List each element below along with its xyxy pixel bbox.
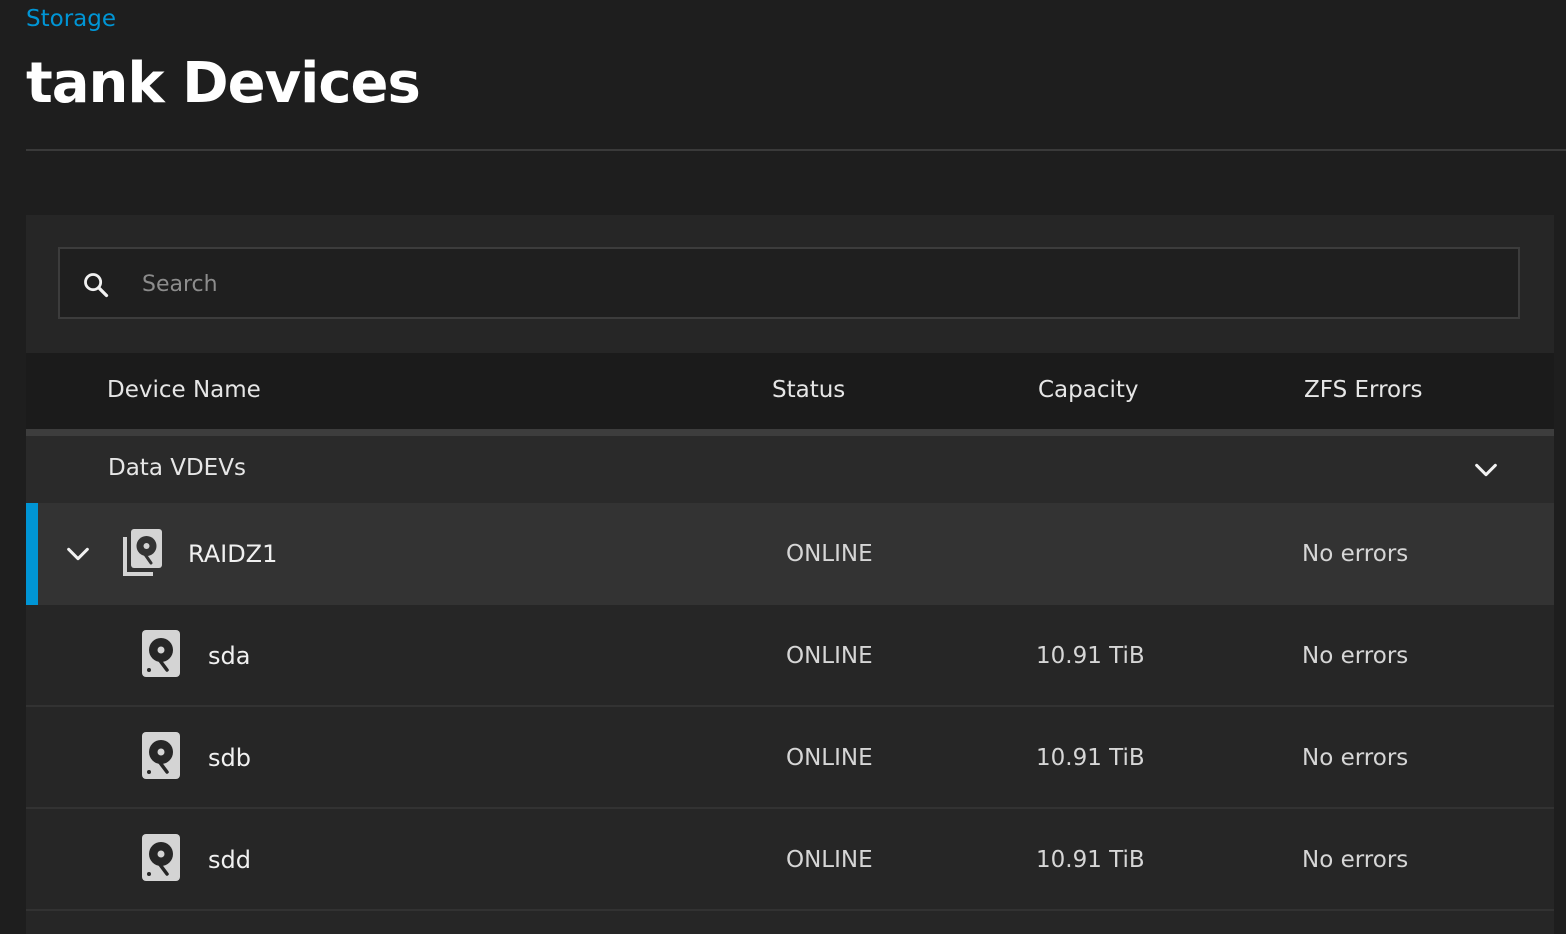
- device-status: ONLINE: [786, 643, 873, 669]
- device-errors: No errors: [1302, 643, 1409, 669]
- breadcrumb-storage[interactable]: Storage: [26, 6, 116, 32]
- title-divider: [26, 149, 1566, 151]
- device-name: RAIDZ1: [188, 540, 278, 568]
- hard-disk-icon: [142, 630, 180, 677]
- search-input[interactable]: [140, 263, 1504, 305]
- vdev-row-raidz1[interactable]: RAIDZ1 ONLINE No errors: [26, 503, 1554, 605]
- hard-disk-icon: [142, 732, 180, 779]
- device-errors: No errors: [1302, 847, 1409, 873]
- search-icon: [84, 273, 109, 298]
- table-header: Device Name Status Capacity ZFS Errors: [26, 353, 1554, 429]
- disk-row-sda[interactable]: sda ONLINE 10.91 TiB No errors: [26, 605, 1554, 707]
- disk-stack-icon: [123, 529, 162, 576]
- column-header-device-name[interactable]: Device Name: [107, 377, 261, 403]
- group-label: Data VDEVs: [108, 455, 246, 481]
- device-status: ONLINE: [786, 745, 873, 771]
- device-name: sda: [208, 642, 251, 670]
- device-capacity: 10.91 TiB: [1036, 847, 1145, 873]
- device-capacity: 10.91 TiB: [1036, 643, 1145, 669]
- chevron-down-icon[interactable]: [64, 540, 92, 568]
- header-divider: [26, 429, 1554, 436]
- column-header-status[interactable]: Status: [772, 377, 845, 403]
- selected-row-indicator: [26, 503, 38, 605]
- device-status: ONLINE: [786, 541, 873, 567]
- device-name: sdb: [208, 744, 251, 772]
- device-capacity: 10.91 TiB: [1036, 745, 1145, 771]
- column-header-capacity[interactable]: Capacity: [1038, 377, 1139, 403]
- disk-row-sdb[interactable]: sdb ONLINE 10.91 TiB No errors: [26, 707, 1554, 809]
- disk-row-sdd[interactable]: sdd ONLINE 10.91 TiB No errors: [26, 809, 1554, 911]
- search-box[interactable]: [58, 247, 1520, 319]
- group-row-data-vdevs[interactable]: Data VDEVs: [26, 436, 1554, 503]
- devices-panel: Device Name Status Capacity ZFS Errors D…: [26, 215, 1554, 934]
- chevron-down-icon[interactable]: [1472, 456, 1500, 484]
- hard-disk-icon: [142, 834, 180, 881]
- device-errors: No errors: [1302, 541, 1409, 567]
- device-errors: No errors: [1302, 745, 1409, 771]
- column-header-zfs-errors[interactable]: ZFS Errors: [1304, 377, 1423, 403]
- device-status: ONLINE: [786, 847, 873, 873]
- page-title: tank Devices: [26, 51, 421, 116]
- page: Storage tank Devices Device Name Status …: [0, 0, 1566, 934]
- device-name: sdd: [208, 846, 251, 874]
